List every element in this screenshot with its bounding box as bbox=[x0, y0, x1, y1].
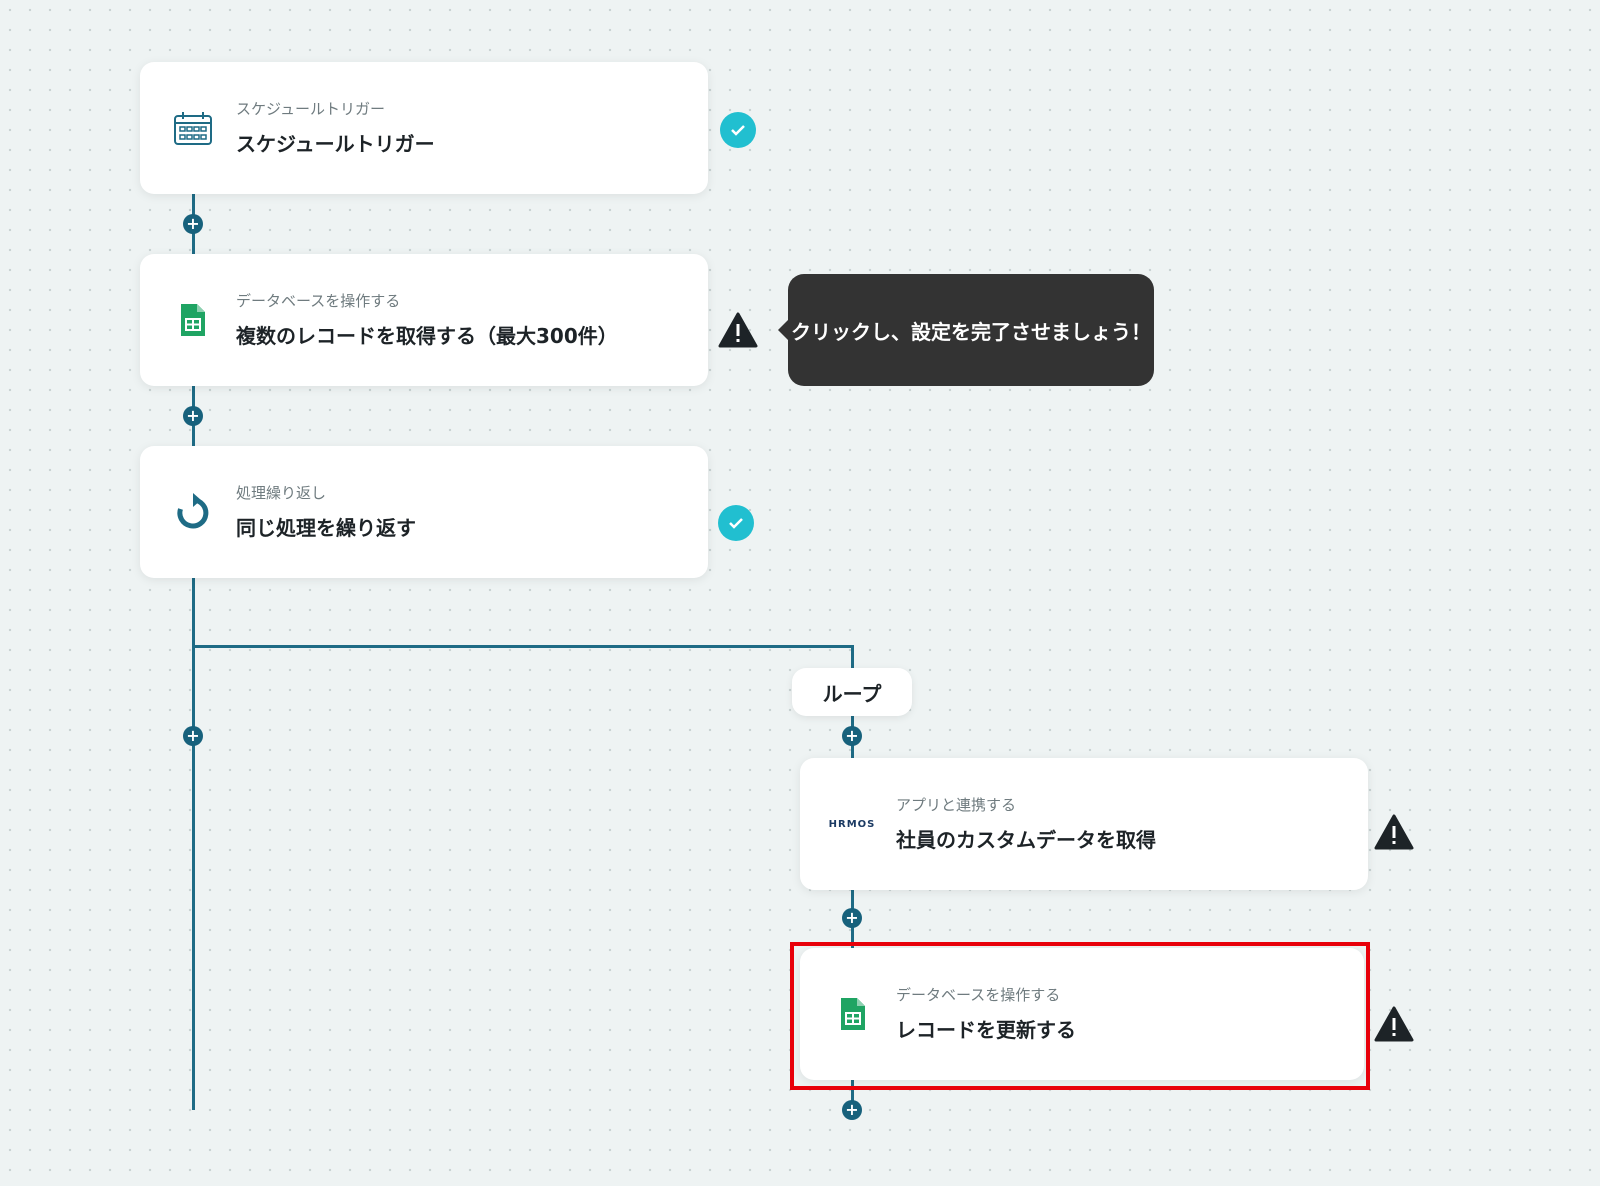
complete-check-icon bbox=[718, 505, 754, 541]
add-step-button[interactable]: + bbox=[183, 726, 203, 746]
step-category: データベースを操作する bbox=[236, 292, 401, 310]
add-step-button[interactable]: + bbox=[183, 214, 203, 234]
google-sheets-icon bbox=[172, 299, 214, 341]
highlight-box bbox=[790, 942, 1370, 1090]
complete-check-icon bbox=[720, 112, 756, 148]
loop-label: ループ bbox=[792, 668, 912, 716]
hrmos-logo-icon: HRMOS bbox=[828, 818, 876, 830]
branch-connector-horizontal bbox=[192, 645, 852, 648]
calendar-icon bbox=[172, 107, 214, 149]
step-title: 社員のカスタムデータを取得 bbox=[896, 828, 1156, 852]
add-loop-step-button[interactable]: + bbox=[842, 726, 862, 746]
warning-icon bbox=[1374, 1006, 1414, 1042]
add-step-button[interactable]: + bbox=[183, 406, 203, 426]
step-title: 同じ処理を繰り返す bbox=[236, 516, 416, 540]
setup-tooltip: クリックし、設定を完了させましょう！ bbox=[778, 274, 1154, 386]
warning-icon bbox=[1374, 814, 1414, 850]
add-loop-step-button[interactable]: + bbox=[842, 1100, 862, 1120]
step-category: スケジュールトリガー bbox=[236, 100, 385, 118]
step-title: 複数のレコードを取得する（最大300件） bbox=[236, 324, 618, 348]
step-category: 処理繰り返し bbox=[236, 484, 327, 502]
step-card-schedule-trigger[interactable]: スケジュールトリガー スケジュールトリガー bbox=[140, 62, 708, 194]
step-card-hrmos[interactable]: HRMOS アプリと連携する 社員のカスタムデータを取得 bbox=[800, 758, 1368, 890]
warning-icon bbox=[718, 312, 758, 348]
step-title: スケジュールトリガー bbox=[236, 132, 435, 156]
loop-icon bbox=[172, 491, 214, 533]
step-category: アプリと連携する bbox=[896, 796, 1017, 814]
step-card-loop[interactable]: 処理繰り返し 同じ処理を繰り返す bbox=[140, 446, 708, 578]
add-loop-step-button[interactable]: + bbox=[842, 908, 862, 928]
step-card-get-records[interactable]: データベースを操作する 複数のレコードを取得する（最大300件） bbox=[140, 254, 708, 386]
